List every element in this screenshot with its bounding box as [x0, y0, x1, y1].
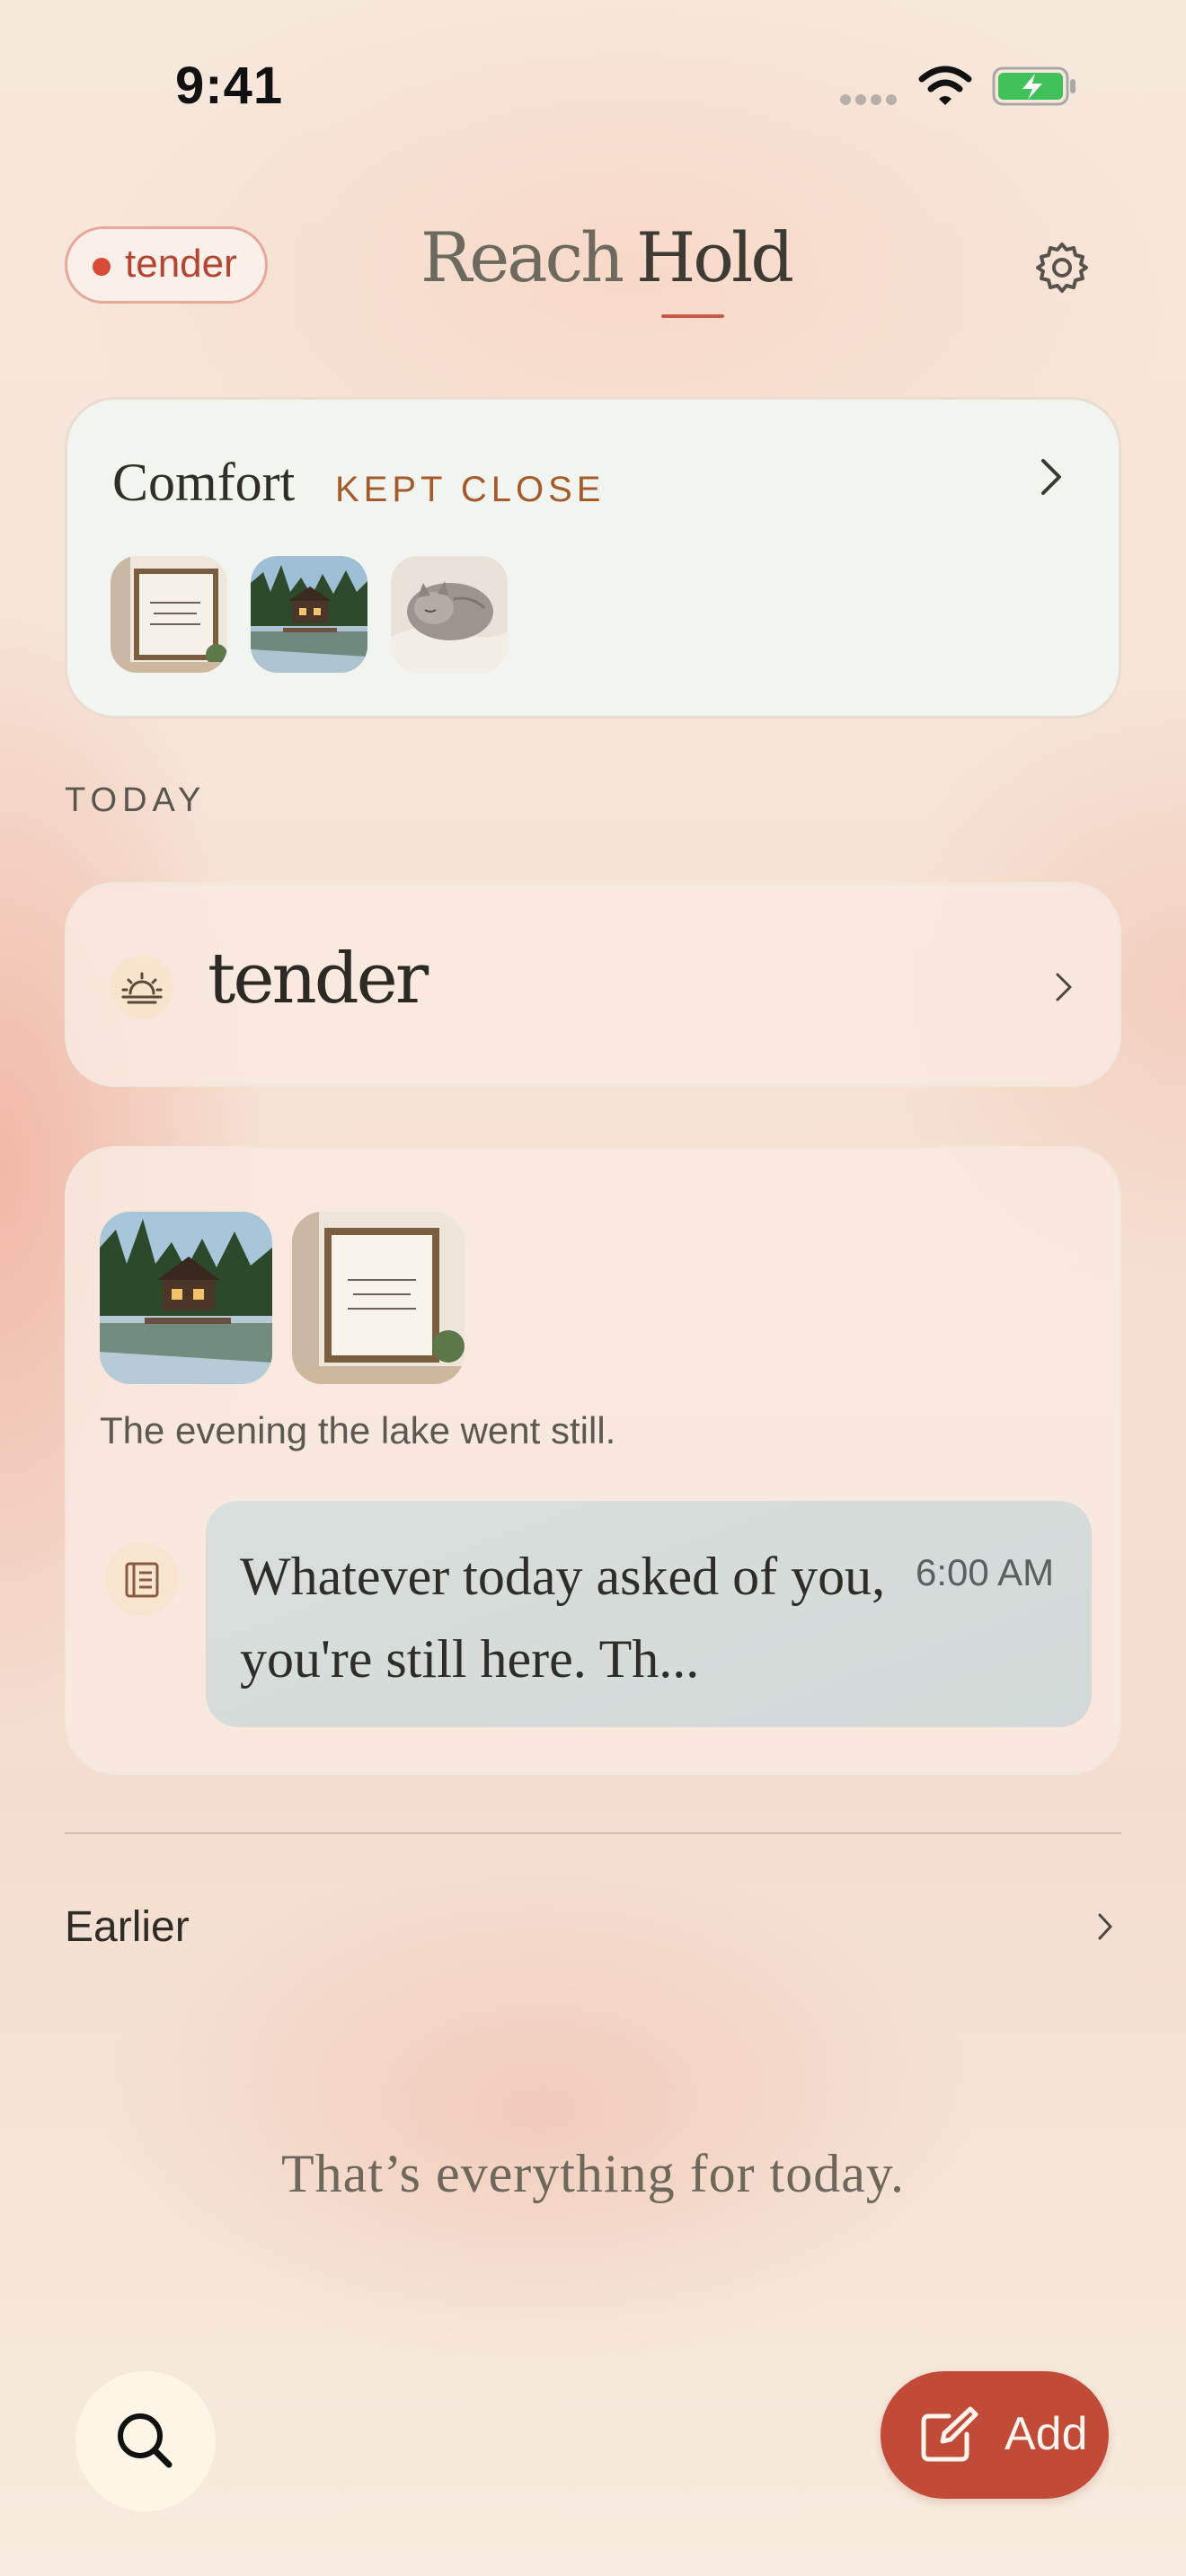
tab-hold[interactable]: Hold	[636, 217, 794, 297]
battery-charging-icon	[992, 66, 1075, 106]
mood-color-dot	[93, 258, 111, 276]
end-of-day-message: That’s everything for today.	[281, 2144, 905, 2203]
section-label-today: TODAY	[65, 781, 207, 819]
earlier-row[interactable]: Earlier	[65, 1902, 190, 1952]
gear-icon[interactable]	[1035, 241, 1089, 295]
status-time: 9:41	[175, 57, 284, 115]
comfort-thumbnail-quote-poster[interactable]	[111, 556, 227, 673]
active-tab-indicator	[661, 314, 724, 318]
comfort-thumbnail-lake-cabin[interactable]	[251, 556, 367, 673]
entry-photo-quote-poster[interactable]	[292, 1212, 465, 1384]
comfort-title: Comfort	[112, 453, 296, 512]
wifi-icon	[918, 66, 972, 105]
note-icon-badge	[105, 1542, 179, 1616]
section-divider	[65, 1832, 1121, 1834]
mood-pill-label: tender	[125, 242, 237, 286]
entry-photo-lake-cabin[interactable]	[100, 1212, 272, 1384]
chevron-right-icon	[1056, 973, 1072, 1001]
journal-note-bubble[interactable]: Whatever today asked of you, you're stil…	[206, 1501, 1092, 1727]
search-button[interactable]	[75, 2371, 216, 2511]
tab-reach[interactable]: Reach	[420, 217, 624, 297]
search-icon	[118, 2413, 173, 2468]
mood-icon-badge	[111, 956, 173, 1019]
journal-note-text: Whatever today asked of you, you're stil…	[240, 1547, 886, 1689]
chevron-right-icon[interactable]	[1096, 1911, 1114, 1942]
journal-note-time: 6:00 AM	[916, 1551, 1055, 1593]
today-entry-card[interactable]: The evening the lake went still. Whateve…	[65, 1146, 1121, 1775]
add-button-label: Add	[1005, 2408, 1088, 2460]
comfort-card[interactable]: Comfort KEPT CLOSE	[65, 397, 1121, 719]
today-mood-label: tender	[208, 939, 429, 1019]
entry-caption: The evening the lake went still.	[100, 1409, 616, 1451]
add-entry-button[interactable]: Add	[881, 2371, 1109, 2499]
journal-icon	[125, 1562, 159, 1598]
compose-icon	[921, 2406, 978, 2462]
comfort-tag: KEPT CLOSE	[335, 470, 606, 509]
sunrise-icon	[121, 972, 163, 1004]
chevron-right-icon	[1041, 459, 1061, 495]
current-mood-pill[interactable]: tender	[65, 226, 268, 304]
today-mood-card[interactable]: tender	[65, 882, 1121, 1087]
cellular-signal-icon	[840, 93, 903, 105]
comfort-thumbnail-sleeping-cat[interactable]	[391, 556, 508, 673]
